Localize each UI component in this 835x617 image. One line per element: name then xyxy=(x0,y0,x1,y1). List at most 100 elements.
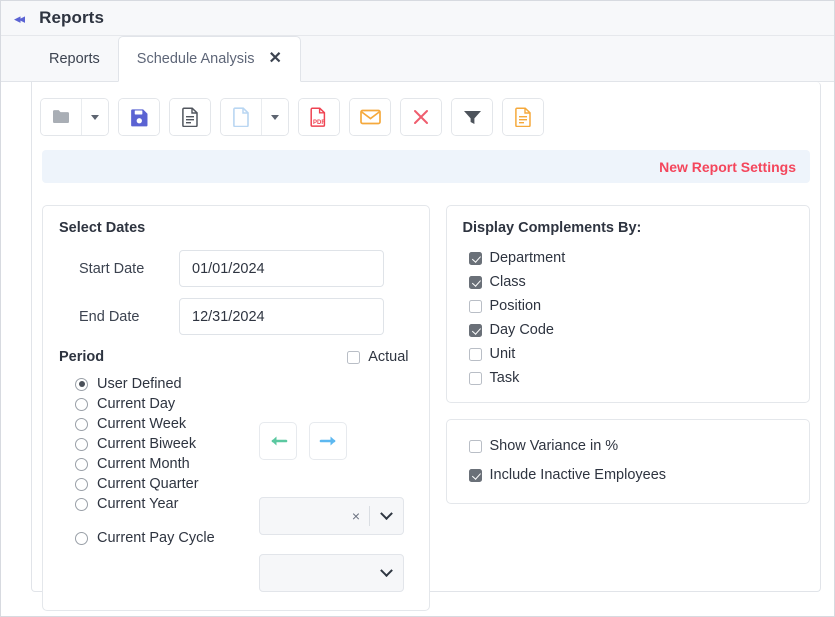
open-folder-group xyxy=(40,98,109,136)
close-x-icon xyxy=(414,110,428,124)
tab-reports-label: Reports xyxy=(49,50,100,67)
checkbox-position[interactable]: Position xyxy=(463,298,794,314)
report-content-panel: PDF New Report Settings Select Dates Sta… xyxy=(31,82,821,611)
radio-user-defined[interactable]: User Defined xyxy=(75,376,249,392)
next-period-button[interactable] xyxy=(309,422,347,460)
pdf-icon: PDF xyxy=(310,107,325,127)
filter-group xyxy=(451,98,493,136)
period-controls: × xyxy=(249,373,413,592)
checkbox-label: Day Code xyxy=(489,322,554,338)
document-orange-icon xyxy=(514,107,531,127)
checkbox-include-inactive-employees[interactable]: Include Inactive Employees xyxy=(463,467,794,483)
envelope-icon xyxy=(359,109,381,125)
checkbox-class[interactable]: Class xyxy=(463,274,794,290)
end-date-label: End Date xyxy=(79,308,140,325)
checkbox-box xyxy=(347,350,361,364)
close-icon[interactable]: ✕ xyxy=(268,51,281,67)
end-date-input[interactable] xyxy=(179,298,384,335)
arrow-left-icon xyxy=(271,436,287,446)
chevron-down-icon xyxy=(91,114,99,120)
checkbox-task[interactable]: Task xyxy=(463,370,794,386)
report-toolbar: PDF xyxy=(32,82,820,136)
radio-circle xyxy=(75,497,88,511)
email-button[interactable] xyxy=(350,99,390,135)
period-radio-group: User Defined Current Day Current Week Cu… xyxy=(59,373,249,592)
blank-page-icon xyxy=(232,107,249,127)
report-document-button[interactable] xyxy=(170,99,210,135)
period-body: User Defined Current Day Current Week Cu… xyxy=(59,373,413,592)
report-options-list: Show Variance in % Include Inactive Empl… xyxy=(463,438,794,483)
checkbox-day-code[interactable]: Day Code xyxy=(463,322,794,338)
actual-label: Actual xyxy=(368,349,409,365)
floppy-disk-icon xyxy=(130,108,147,126)
tab-reports[interactable]: Reports xyxy=(31,36,118,81)
save-button[interactable] xyxy=(119,99,159,135)
period-select[interactable]: × xyxy=(259,497,404,535)
report-options-panel: Show Variance in % Include Inactive Empl… xyxy=(445,419,810,504)
export-pdf-group: PDF xyxy=(298,98,340,136)
collapse-left-icon[interactable]: ◂◂ xyxy=(14,12,25,25)
radio-current-day[interactable]: Current Day xyxy=(75,396,249,412)
radio-circle xyxy=(75,417,88,431)
open-folder-caret[interactable] xyxy=(81,99,108,135)
period-header: Period Actual xyxy=(59,349,413,365)
radio-circle xyxy=(75,457,88,471)
export-document-button[interactable] xyxy=(503,99,543,135)
tab-schedule-analysis[interactable]: Schedule Analysis ✕ xyxy=(117,36,301,82)
radio-current-biweek[interactable]: Current Biweek xyxy=(75,436,249,452)
display-complements-title: Display Complements By: xyxy=(462,220,642,236)
end-date-row: End Date xyxy=(59,298,413,335)
svg-text:PDF: PDF xyxy=(313,120,325,126)
new-document-button[interactable] xyxy=(221,99,261,135)
checkbox-box xyxy=(468,371,482,385)
open-folder-button[interactable] xyxy=(41,99,81,135)
new-document-group xyxy=(220,98,289,136)
radio-label: Current Month xyxy=(97,456,190,472)
checkbox-show-variance-percent[interactable]: Show Variance in % xyxy=(463,438,794,454)
chevron-down-icon[interactable] xyxy=(370,506,403,521)
reports-window: ◂◂ Reports Reports Schedule Analysis ✕ P… xyxy=(0,0,835,617)
checkbox-label: Include Inactive Employees xyxy=(489,467,667,483)
checkbox-label: Task xyxy=(489,370,520,386)
filter-button[interactable] xyxy=(452,99,492,135)
radio-label: Current Day xyxy=(97,396,176,412)
tab-strip: Reports Schedule Analysis ✕ xyxy=(1,36,834,82)
radio-label: Current Biweek xyxy=(97,436,197,452)
clear-icon[interactable]: × xyxy=(343,508,369,524)
checkbox-box xyxy=(468,299,482,313)
period-title: Period xyxy=(59,349,105,365)
radio-label: Current Quarter xyxy=(97,476,199,492)
checkbox-box xyxy=(468,468,482,482)
document-lines-icon xyxy=(181,107,198,127)
delete-button[interactable] xyxy=(401,99,441,135)
start-date-input[interactable] xyxy=(179,250,384,287)
radio-circle xyxy=(75,531,88,545)
settings-panels: Select Dates Start Date End Date Period … xyxy=(32,183,820,611)
delete-group xyxy=(400,98,442,136)
radio-current-pay-cycle[interactable]: Current Pay Cycle xyxy=(75,530,249,546)
radio-label: User Defined xyxy=(97,376,182,392)
start-date-label: Start Date xyxy=(79,260,145,277)
pay-cycle-select[interactable] xyxy=(259,554,404,592)
export-pdf-button[interactable]: PDF xyxy=(299,99,339,135)
checkbox-box xyxy=(468,323,482,337)
new-report-settings-link[interactable]: New Report Settings xyxy=(659,159,796,175)
radio-current-week[interactable]: Current Week xyxy=(75,416,249,432)
radio-current-year[interactable]: Current Year xyxy=(75,496,249,512)
save-group xyxy=(118,98,160,136)
new-report-settings-bar: New Report Settings xyxy=(42,150,810,183)
export-document-group xyxy=(502,98,544,136)
select-dates-panel: Select Dates Start Date End Date Period … xyxy=(42,205,430,611)
start-date-row: Start Date xyxy=(59,250,413,287)
page-header: ◂◂ Reports xyxy=(1,1,834,36)
previous-period-button[interactable] xyxy=(259,422,297,460)
chevron-down-icon[interactable] xyxy=(370,563,403,578)
radio-current-month[interactable]: Current Month xyxy=(75,456,249,472)
new-document-caret[interactable] xyxy=(261,99,288,135)
tab-schedule-analysis-label: Schedule Analysis xyxy=(136,51,255,67)
actual-checkbox[interactable]: Actual xyxy=(347,349,409,365)
checkbox-department[interactable]: Department xyxy=(463,250,794,266)
radio-current-quarter[interactable]: Current Quarter xyxy=(75,476,249,492)
radio-label: Current Week xyxy=(97,416,187,432)
checkbox-unit[interactable]: Unit xyxy=(463,346,794,362)
